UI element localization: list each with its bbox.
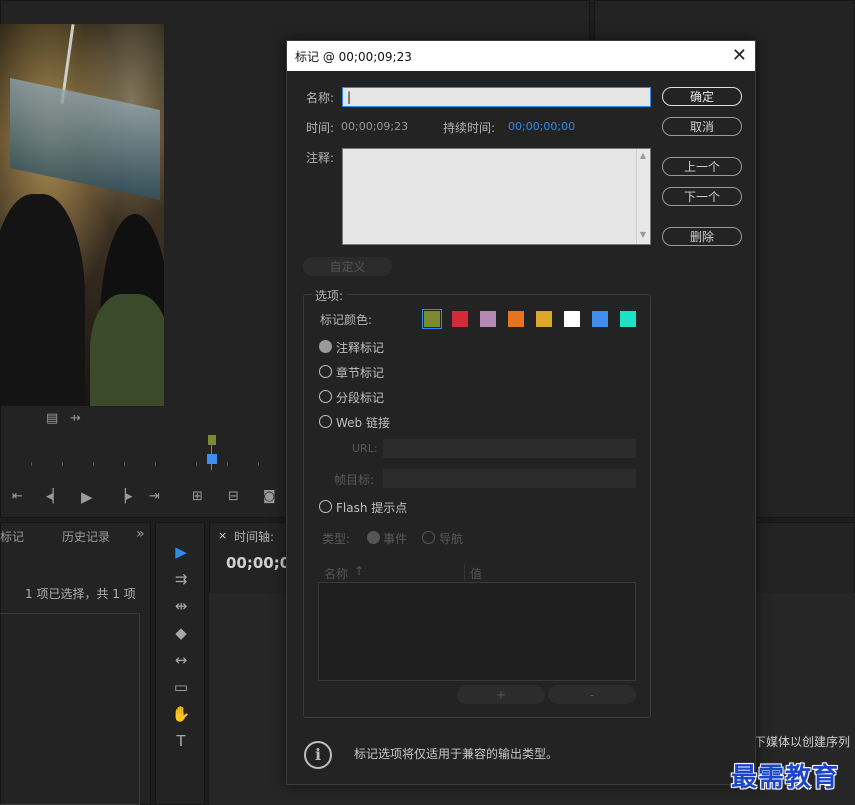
comment-marker-radio[interactable] [319, 340, 332, 353]
flash-cue-label[interactable]: Flash 提示点 [336, 499, 407, 516]
col-value-header[interactable]: 值 [470, 565, 482, 582]
color-swatch[interactable] [536, 311, 552, 327]
chapter-marker-radio[interactable] [319, 365, 332, 378]
insert-icon[interactable]: ⊞ [192, 489, 203, 504]
more-panels-icon[interactable]: » [136, 526, 145, 542]
previous-button[interactable]: 上一个 [662, 157, 742, 176]
track-select-icon[interactable]: ⇉ [170, 570, 192, 588]
camera-icon[interactable]: ◙ [263, 489, 276, 504]
comment-textarea[interactable]: ▲ ▼ [342, 148, 651, 245]
chapter-marker-label[interactable]: 章节标记 [336, 364, 384, 381]
scroll-up-icon[interactable]: ▲ [637, 151, 649, 163]
web-link-label[interactable]: Web 链接 [336, 414, 390, 431]
color-swatch[interactable] [592, 311, 608, 327]
tab-history[interactable]: 历史记录 [62, 528, 110, 545]
col-name-header[interactable]: 名称 [324, 565, 348, 582]
segment-marker-label[interactable]: 分段标记 [336, 389, 384, 406]
coat-shape [90, 294, 164, 406]
color-swatch[interactable] [508, 311, 524, 327]
type-tool-icon[interactable]: T [170, 732, 192, 750]
app-window: ▤ ⇸ ⇤ ◂▏ ▶ ▕▸ ⇥ ⊞ ⊟ ◙ 标记 历史记录 » 1 项已选择，共… [0, 0, 855, 805]
info-icon: i [304, 741, 332, 769]
slip-icon[interactable]: ↔ [170, 651, 192, 669]
url-input[interactable] [383, 439, 636, 458]
arrows-icon[interactable]: ⇸ [70, 411, 81, 426]
cue-table-body[interactable] [318, 582, 636, 681]
color-swatch[interactable] [480, 311, 496, 327]
options-title: 选项: [312, 287, 347, 304]
film-icon[interactable]: ▤ [46, 411, 58, 426]
add-cue-button[interactable]: + [457, 685, 545, 704]
selection-status: 1 项已选择，共 1 项 [25, 587, 136, 601]
tab-timeline[interactable]: 时间轴: [234, 528, 274, 545]
frame-back-icon[interactable]: ◂▏ [46, 489, 63, 504]
history-list [0, 613, 140, 805]
color-swatch[interactable] [452, 311, 468, 327]
ok-button[interactable]: 确定 [662, 87, 742, 106]
navigation-radio[interactable] [422, 531, 435, 544]
marker-dialog: 标记 @ 00;00;09;23 ✕ 名称: | 确定 取消 时间: 00;00… [286, 40, 756, 785]
event-radio[interactable] [367, 531, 380, 544]
remove-cue-button[interactable]: - [548, 685, 636, 704]
comment-marker-label[interactable]: 注释标记 [336, 339, 384, 356]
close-icon[interactable]: ✕ [732, 45, 747, 66]
timeline-close-icon[interactable]: × [218, 529, 227, 542]
marker-green-icon[interactable] [208, 435, 216, 445]
event-label[interactable]: 事件 [383, 530, 407, 547]
navigation-label[interactable]: 导航 [439, 530, 463, 547]
name-input[interactable]: | [342, 87, 651, 107]
name-label: 名称: [306, 91, 335, 105]
marker-color-label: 标记颜色: [320, 313, 373, 327]
dialog-titlebar: 标记 @ 00;00;09;23 ✕ [287, 41, 755, 71]
custom-button[interactable]: 自定义 [303, 257, 392, 276]
playhead-line [211, 440, 212, 470]
type-label: 类型: [322, 532, 351, 546]
comment-label: 注释: [306, 151, 335, 165]
color-swatch[interactable] [620, 311, 636, 327]
watermark: 最需教育 [731, 763, 840, 793]
column-divider [464, 563, 465, 581]
cancel-button[interactable]: 取消 [662, 117, 742, 136]
color-swatch[interactable] [564, 311, 580, 327]
delete-button[interactable]: 删除 [662, 227, 742, 246]
tab-markers[interactable]: 标记 [0, 528, 24, 545]
overwrite-icon[interactable]: ⊟ [228, 489, 239, 504]
sort-up-icon: ↑ [354, 564, 365, 578]
crowd-shape [0, 194, 85, 406]
url-label: URL: [352, 442, 378, 455]
next-button[interactable]: 下一个 [662, 187, 742, 206]
selection-tool-icon[interactable]: ▶ [170, 543, 192, 561]
rectangle-tool-icon[interactable]: ▭ [170, 678, 192, 696]
drop-media-hint: 下媒体以创建序列 [754, 735, 851, 749]
razor-icon[interactable]: ◆ [170, 624, 192, 642]
duration-label: 持续时间: [443, 121, 496, 135]
time-label: 时间: [306, 121, 335, 135]
comment-scrollbar[interactable]: ▲ ▼ [636, 149, 650, 244]
ripple-edit-icon[interactable]: ⇹ [170, 597, 192, 615]
frame-forward-icon[interactable]: ▕▸ [116, 489, 133, 504]
video-preview [0, 24, 164, 406]
frame-target-input[interactable] [383, 469, 636, 488]
web-link-radio[interactable] [319, 415, 332, 428]
color-swatch[interactable] [422, 309, 442, 329]
info-text: 标记选项将仅适用于兼容的输出类型。 [354, 747, 559, 761]
building-shape [10, 78, 160, 200]
segment-marker-radio[interactable] [319, 390, 332, 403]
flash-cue-radio[interactable] [319, 500, 332, 513]
frame-target-label: 帧目标: [334, 473, 375, 487]
play-icon[interactable]: ▶ [81, 488, 93, 506]
cue-table-header: 名称 ↑ 值 [318, 563, 636, 583]
duration-value[interactable]: 00;00;00;00 [508, 120, 575, 133]
hand-tool-icon[interactable]: ✋ [170, 705, 192, 723]
time-value: 00;00;09;23 [341, 120, 409, 133]
dialog-title: 标记 @ 00;00;09;23 [295, 49, 412, 64]
step-back-icon[interactable]: ⇤ [12, 489, 23, 504]
step-forward-icon[interactable]: ⇥ [149, 489, 160, 504]
playhead-icon[interactable] [207, 454, 217, 464]
scroll-down-icon[interactable]: ▼ [637, 230, 649, 242]
